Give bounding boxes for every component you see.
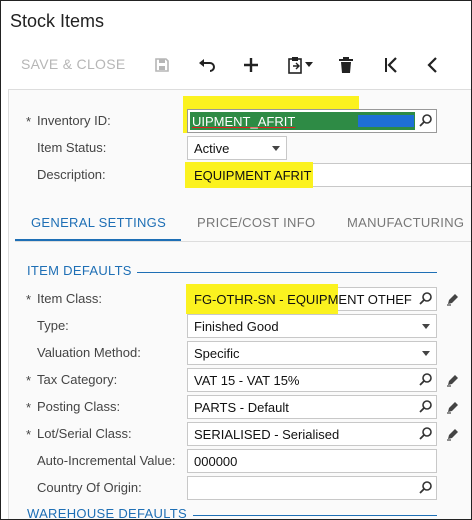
previous-record-icon[interactable] <box>422 54 444 76</box>
inventory-id-field[interactable]: UIPMENT_AFRIT <box>187 109 437 133</box>
lot-serial-class-field[interactable]: SERIALISED - Serialised <box>187 422 437 446</box>
country-of-origin-label: Country Of Origin: <box>37 480 142 495</box>
type-value: Finished Good <box>194 319 279 334</box>
inventory-id-label: Inventory ID: <box>37 113 111 128</box>
required-marker: * <box>26 114 32 129</box>
valuation-method-label: Valuation Method: <box>37 345 141 360</box>
required-marker: * <box>26 373 32 388</box>
valuation-method-value: Specific <box>194 346 240 361</box>
auto-incremental-value-field[interactable]: 000000 <box>187 449 437 473</box>
tab-manufacturing[interactable]: MANUFACTURING <box>347 215 464 230</box>
tab-price-cost-info[interactable]: PRICE/COST INFO <box>197 215 315 230</box>
section-warehouse-defaults: WAREHOUSE DEFAULTS <box>27 506 187 520</box>
type-select[interactable]: Finished Good <box>187 314 437 338</box>
chevron-down-icon <box>422 324 430 329</box>
edit-icon[interactable] <box>446 400 460 419</box>
item-status-select[interactable]: Active <box>187 136 287 160</box>
required-marker: * <box>26 400 32 415</box>
tab-divider <box>15 241 471 242</box>
search-icon[interactable] <box>419 114 432 132</box>
chevron-down-icon <box>272 146 280 151</box>
chevron-down-icon[interactable] <box>302 54 316 76</box>
tax-category-field[interactable]: VAT 15 - VAT 15% <box>187 368 437 392</box>
window-frame: Stock Items SAVE & CLOSE * Inventory ID:… <box>0 0 472 520</box>
posting-class-value: PARTS - Default <box>194 400 289 415</box>
description-value: EQUIPMENT AFRIT <box>194 168 312 183</box>
save-icon[interactable] <box>151 54 173 76</box>
required-marker: * <box>26 427 32 442</box>
inventory-id-value: UIPMENT_AFRIT <box>192 114 296 129</box>
description-field[interactable]: EQUIPMENT AFRIT <box>185 162 471 188</box>
save-close-button[interactable]: SAVE & CLOSE <box>21 56 126 72</box>
search-icon[interactable] <box>419 292 432 310</box>
section-divider <box>137 272 437 273</box>
description-label: Description: <box>37 167 106 182</box>
search-icon[interactable] <box>419 373 432 391</box>
required-marker: * <box>26 292 32 307</box>
tab-general-settings[interactable]: GENERAL SETTINGS <box>31 215 166 230</box>
edit-icon[interactable] <box>446 292 460 311</box>
item-class-value: FG-OTHR-SN - EQUIPMENT OTHEF <box>194 292 412 307</box>
item-class-field[interactable]: FG-OTHR-SN - EQUIPMENT OTHEF <box>186 284 437 314</box>
add-icon[interactable] <box>240 54 262 76</box>
undo-icon[interactable] <box>196 54 218 76</box>
auto-incremental-value-label: Auto-Incremental Value: <box>37 453 176 468</box>
chevron-down-icon <box>422 351 430 356</box>
search-icon[interactable] <box>419 427 432 445</box>
edit-icon[interactable] <box>446 427 460 446</box>
lot-serial-class-value: SERIALISED - Serialised <box>194 427 340 442</box>
auto-incremental-value-value: 000000 <box>194 454 238 469</box>
page-title: Stock Items <box>10 11 105 31</box>
type-label: Type: <box>37 318 69 333</box>
active-tab-indicator <box>15 239 181 241</box>
tax-category-label: Tax Category: <box>37 372 118 387</box>
delete-icon[interactable] <box>335 54 357 76</box>
tax-category-value: VAT 15 - VAT 15% <box>194 373 300 388</box>
country-of-origin-field[interactable] <box>187 476 437 500</box>
item-status-value: Active <box>194 141 230 156</box>
search-icon[interactable] <box>419 400 432 418</box>
first-record-icon[interactable] <box>380 54 402 76</box>
search-icon[interactable] <box>419 481 432 499</box>
valuation-method-select[interactable]: Specific <box>187 341 437 365</box>
posting-class-label: Posting Class: <box>37 399 121 414</box>
posting-class-field[interactable]: PARTS - Default <box>187 395 437 419</box>
section-divider <box>193 515 437 516</box>
edit-icon[interactable] <box>446 373 460 392</box>
lot-serial-class-label: Lot/Serial Class: <box>37 426 132 441</box>
section-item-defaults: ITEM DEFAULTS <box>27 263 132 278</box>
item-status-label: Item Status: <box>37 140 107 155</box>
item-class-label: Item Class: <box>37 291 103 306</box>
